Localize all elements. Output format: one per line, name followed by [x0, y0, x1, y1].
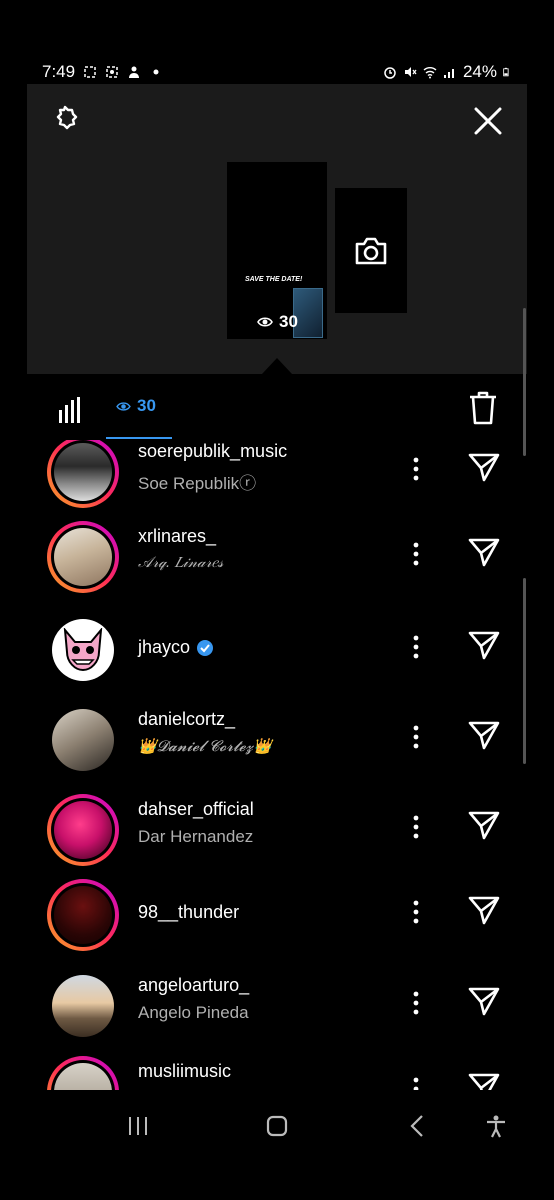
viewer-row[interactable]: jhayco	[0, 614, 554, 704]
stats-bar: 30	[0, 388, 554, 439]
viewer-username[interactable]: musliimusic	[138, 1061, 231, 1082]
viewer-fullname: Soe Republikⓡ	[138, 474, 257, 493]
story-preview-panel: SAVE THE DATE! 30	[27, 84, 527, 374]
thumb-views: 30	[257, 312, 298, 332]
avatar	[54, 528, 112, 586]
viewer-fullname: 𝒜𝓇𝓆. 𝐿𝒾𝓃𝒶𝓇𝑒𝓈	[138, 554, 224, 571]
send-icon[interactable]	[468, 537, 500, 567]
viewer-username-text: jhayco	[138, 637, 191, 657]
avatar-plain-wrap	[47, 970, 119, 1042]
battery-icon	[503, 67, 509, 77]
more-icon[interactable]	[412, 1076, 420, 1090]
avatar-plain-wrap	[47, 704, 119, 776]
bar-chart-icon[interactable]	[58, 396, 84, 424]
mute-icon	[404, 67, 417, 77]
avatar-ring	[47, 794, 119, 866]
send-icon[interactable]	[468, 986, 500, 1016]
wifi-icon	[423, 67, 437, 79]
more-icon[interactable]	[412, 899, 420, 925]
viewer-fullname: Angelo Pineda	[138, 1003, 249, 1022]
settings-icon[interactable]	[49, 104, 81, 136]
more-icon[interactable]	[412, 456, 420, 482]
add-story-tile[interactable]	[335, 188, 407, 313]
status-left: 7:49	[42, 62, 163, 82]
avatar-ring	[47, 1056, 119, 1090]
camera-icon	[355, 237, 387, 264]
verified-badge-icon	[197, 639, 214, 656]
tab-viewers[interactable]: 30	[116, 396, 156, 416]
avatar-plain-wrap	[47, 614, 119, 686]
viewer-username[interactable]: xrlinares_	[138, 526, 216, 547]
dot-icon	[153, 69, 159, 75]
screen-record-icon	[106, 66, 118, 78]
send-icon[interactable]	[468, 1072, 500, 1090]
tab-underline	[106, 437, 172, 439]
avatar	[54, 801, 112, 859]
more-icon[interactable]	[412, 814, 420, 840]
viewer-row[interactable]: soerepublik_music Soe Republikⓡ	[0, 440, 554, 526]
viewer-fullname: 👑𝓓𝓪𝓷𝓲𝓮𝓵 𝓒𝓸𝓻𝓽𝓮𝔃👑	[138, 738, 272, 755]
send-icon[interactable]	[468, 720, 500, 750]
avatar	[52, 975, 114, 1037]
viewer-fullname: Dar Hernandez	[138, 827, 254, 846]
story-thumbnail[interactable]: SAVE THE DATE! 30	[227, 162, 327, 339]
accessibility-icon[interactable]	[484, 1114, 508, 1138]
avatar-ring	[47, 440, 119, 508]
thumb-caption: SAVE THE DATE!	[245, 276, 303, 283]
send-icon[interactable]	[468, 630, 500, 660]
viewer-username[interactable]: soerepublik_music	[138, 441, 287, 462]
status-right: 24%	[383, 62, 512, 82]
viewer-row[interactable]: danielcortz_ 👑𝓓𝓪𝓷𝓲𝓮𝓵 𝓒𝓸𝓻𝓽𝓮𝔃👑	[0, 704, 554, 794]
send-icon[interactable]	[468, 895, 500, 925]
viewer-username[interactable]: 98__thunder	[138, 902, 239, 923]
avatar	[54, 886, 112, 944]
status-time: 7:49	[42, 62, 76, 81]
cat-avatar-art	[63, 628, 103, 672]
viewer-username[interactable]: danielcortz_	[138, 709, 235, 730]
close-icon[interactable]	[473, 106, 503, 136]
viewers-list: soerepublik_music Soe Republikⓡ xrlinare…	[0, 440, 554, 1090]
thumb-view-count: 30	[279, 312, 298, 331]
avatar	[54, 443, 112, 501]
eye-icon	[257, 317, 273, 327]
avatar-ring	[47, 879, 119, 951]
person-icon	[129, 66, 140, 78]
viewer-username[interactable]: dahser_official	[138, 799, 254, 820]
signal-icon	[443, 69, 454, 78]
more-icon[interactable]	[412, 634, 420, 660]
viewer-row[interactable]: 98__thunder	[0, 879, 554, 969]
recents-icon[interactable]	[126, 1114, 150, 1138]
trash-icon[interactable]	[468, 391, 498, 425]
viewer-row[interactable]: musliimusic	[0, 1056, 554, 1090]
battery-percent: 24%	[462, 62, 497, 81]
avatar	[54, 1063, 112, 1090]
list-scrollbar[interactable]	[523, 578, 526, 764]
viewer-row[interactable]: dahser_official Dar Hernandez	[0, 794, 554, 884]
avatar	[52, 619, 114, 681]
alarm-icon	[384, 67, 396, 79]
back-icon[interactable]	[406, 1114, 430, 1138]
eye-icon	[116, 401, 131, 411]
viewer-username[interactable]: angeloarturo_	[138, 975, 249, 996]
send-icon[interactable]	[468, 452, 500, 482]
more-icon[interactable]	[412, 541, 420, 567]
viewer-username[interactable]: jhayco	[138, 637, 214, 658]
viewer-row[interactable]: xrlinares_ 𝒜𝓇𝓆. 𝐿𝒾𝓃𝒶𝓇𝑒𝓈	[0, 521, 554, 611]
viewer-row[interactable]: angeloarturo_ Angelo Pineda	[0, 970, 554, 1060]
top-scrollbar[interactable]	[523, 308, 526, 456]
avatar-ring	[47, 521, 119, 593]
system-nav-bar	[0, 1100, 554, 1156]
screenshot-icon	[84, 66, 96, 78]
send-icon[interactable]	[468, 810, 500, 840]
avatar	[52, 709, 114, 771]
home-icon[interactable]	[265, 1114, 289, 1138]
selected-story-pointer	[262, 358, 292, 374]
more-icon[interactable]	[412, 724, 420, 750]
more-icon[interactable]	[412, 990, 420, 1016]
viewer-count: 30	[137, 396, 156, 415]
